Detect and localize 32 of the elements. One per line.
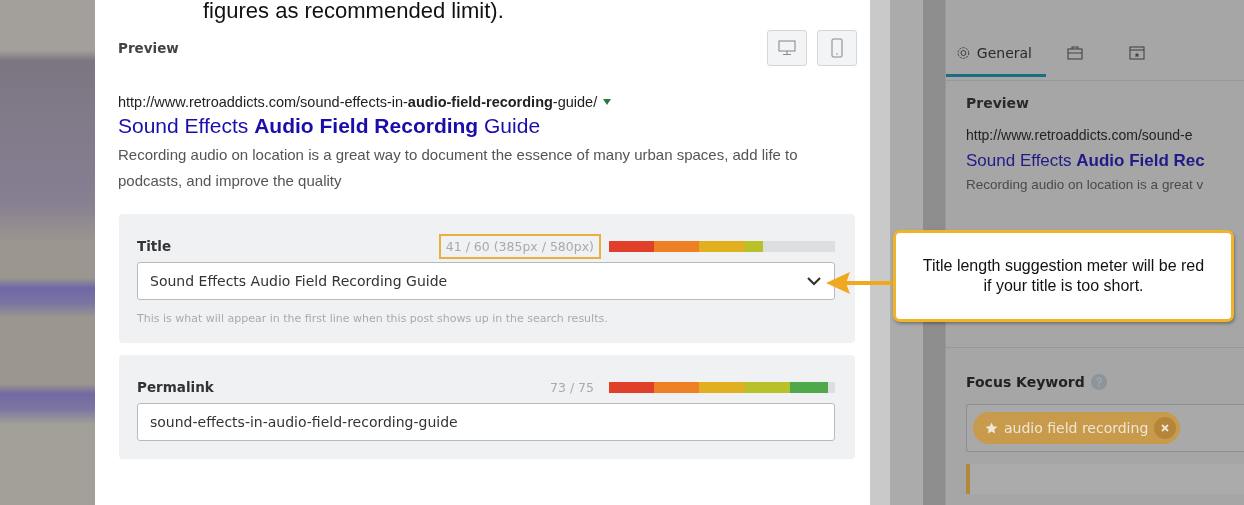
preview-description: Recording audio on location is a great v — [966, 177, 1205, 192]
focus-keyword-label: Focus Keyword — [966, 374, 1085, 390]
help-icon[interactable] — [1090, 374, 1107, 390]
preview-title: Sound Effects Audio Field Rec — [966, 151, 1206, 171]
chevron-down-icon — [806, 276, 822, 286]
callout-arrow — [826, 270, 894, 296]
caret-icon — [603, 99, 612, 105]
field-label: Permalink — [137, 379, 214, 395]
preview-heading: Preview — [118, 40, 179, 56]
preview-url: http://www.retroaddicts.com/sound-effects-in-audio-field-recording-guide/ — [118, 94, 598, 110]
counter-text: 73 / 75 — [549, 378, 595, 397]
desktop-preview-button[interactable] — [767, 30, 807, 66]
counter-text: 41 / 60 (385px / 580px) — [438, 233, 601, 259]
settings-icon — [956, 44, 971, 62]
sidebar-tab[interactable]: General — [946, 32, 1046, 77]
briefcase-icon — [1066, 44, 1084, 62]
callout-text: Title length suggestion meter will be red if your title is too short. — [893, 230, 1234, 322]
keyword-text: audio field recording — [1004, 420, 1149, 436]
title-select[interactable]: Sound Effects Audio Field Recording Guide — [137, 262, 835, 300]
permalink-field[interactable]: sound-effects-in-audio-field-recording-guide — [137, 403, 835, 441]
caption-text: figures as recommended limit). — [203, 0, 505, 22]
remove-icon[interactable] — [1154, 417, 1177, 439]
phone-icon — [831, 38, 843, 58]
help-text: This is what will appear in the first line when this post shows up in the search results. — [137, 312, 609, 325]
preview-description: Recording audio on location is a great way to document the essence of many urban spaces, add life to podcasts, and improve the quality — [118, 145, 799, 191]
field-label: Title — [137, 238, 172, 254]
star-icon — [985, 421, 998, 435]
preview-title[interactable]: Sound Effects Audio Field Recording Guide — [118, 114, 857, 138]
mobile-preview-button[interactable] — [817, 30, 857, 66]
preview-heading: Preview — [966, 95, 1030, 111]
preview-url: http://www.retroaddicts.com/sound-e — [966, 127, 1194, 143]
monitor-icon — [778, 40, 796, 56]
